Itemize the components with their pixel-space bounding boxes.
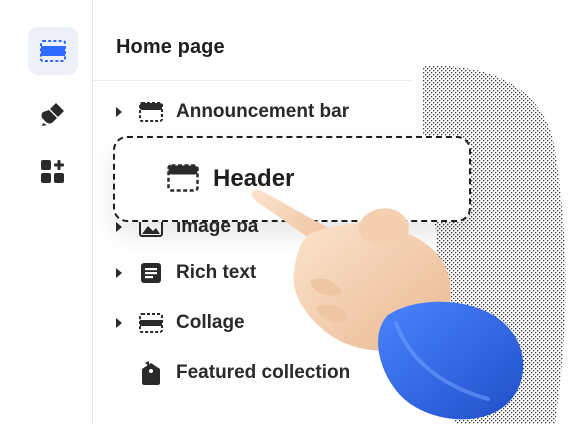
pointing-hand-icon: [251, 189, 524, 420]
editor-stage: Home page Announcement bar Image ba Rich…: [0, 0, 571, 424]
apps-add-icon: [41, 160, 64, 183]
rail-theme-button[interactable]: [28, 90, 78, 138]
section-item-label: Collage: [176, 312, 245, 333]
rail-apps-button[interactable]: [28, 148, 78, 196]
header-section-icon: [167, 164, 199, 197]
caret-spacer: [112, 366, 126, 380]
icon-rail: [0, 0, 93, 424]
rail-sections-button[interactable]: [28, 27, 78, 75]
collage-icon: [138, 311, 164, 335]
title-divider: [93, 80, 413, 81]
sections-icon: [40, 40, 66, 62]
paint-brush-icon: [41, 103, 64, 126]
caret-right-icon[interactable]: [112, 105, 126, 119]
page-title: Home page: [116, 36, 225, 58]
section-item-announcement-bar[interactable]: Announcement bar: [112, 97, 412, 127]
text-block-icon: [138, 261, 164, 285]
header-section-icon: [138, 100, 164, 124]
caret-right-icon[interactable]: [112, 316, 126, 330]
caret-right-icon[interactable]: [112, 266, 126, 280]
caret-right-icon[interactable]: [112, 220, 126, 234]
section-item-label: Announcement bar: [176, 101, 350, 122]
tag-icon: [138, 361, 164, 385]
